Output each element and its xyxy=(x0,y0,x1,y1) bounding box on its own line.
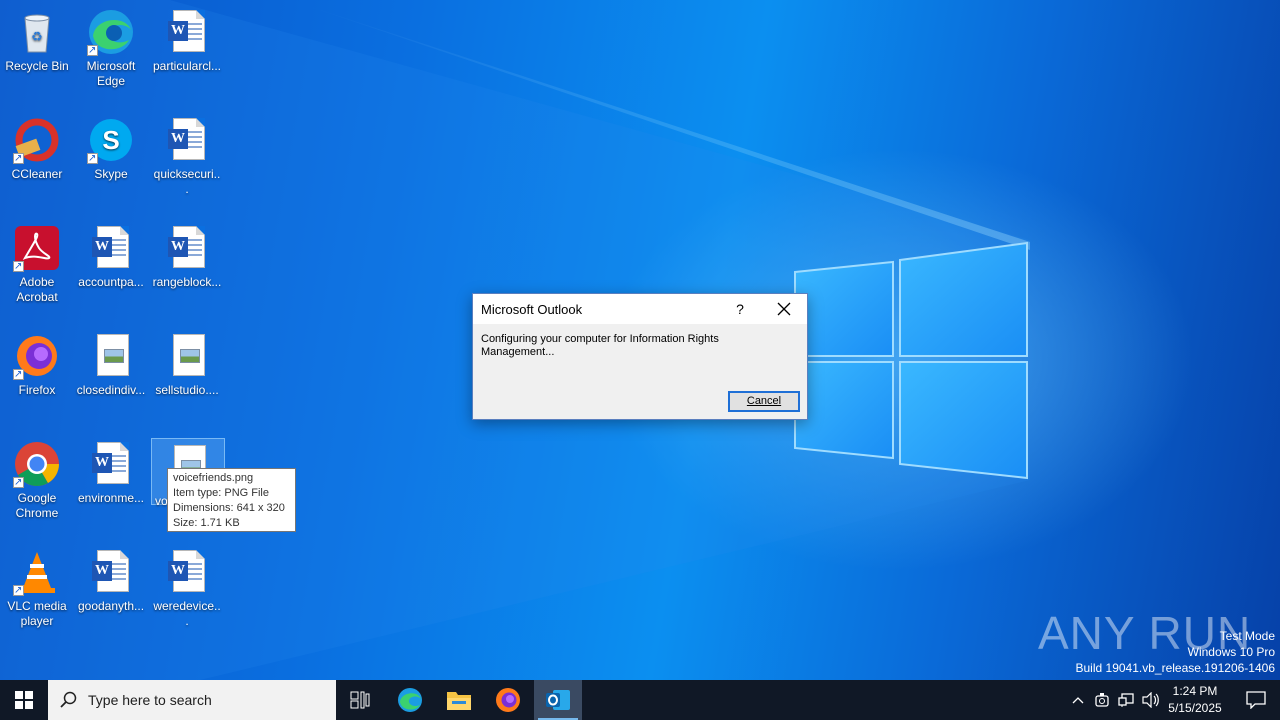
word-doc-icon: W xyxy=(163,116,211,164)
image-file-icon xyxy=(87,332,135,380)
start-icon xyxy=(15,691,33,709)
shortcut-arrow-icon xyxy=(13,367,24,382)
outlook-dialog: Microsoft Outlook ? Configuring your com… xyxy=(472,293,808,420)
cancel-button[interactable]: Cancel xyxy=(728,391,800,412)
shortcut-arrow-icon xyxy=(87,151,98,166)
file-tooltip: voicefriends.png Item type: PNG File Dim… xyxy=(167,468,296,532)
task-view-icon xyxy=(350,691,370,709)
firefox-icon xyxy=(496,688,520,712)
word-doc-icon: W xyxy=(163,548,211,596)
outlook-icon xyxy=(546,690,570,710)
watermark-build: Build 19041.vb_release.191206-1406 xyxy=(1075,661,1276,675)
help-button[interactable]: ? xyxy=(725,294,755,324)
word-doc-icon: W xyxy=(87,548,135,596)
watermark-edition: Windows 10 Pro xyxy=(1187,645,1275,659)
close-button[interactable] xyxy=(769,294,799,324)
desktop-icon-rangeblock[interactable]: W rangeblock... xyxy=(150,220,224,290)
vlc-icon xyxy=(13,548,61,598)
clock-time: 1:24 PM xyxy=(1172,684,1218,698)
desktop-icon-firefox[interactable]: Firefox xyxy=(0,328,74,398)
desktop-icon-skype[interactable]: S Skype xyxy=(74,112,148,182)
tooltip-dimensions: Dimensions: 641 x 320 xyxy=(173,502,285,514)
desktop-icon-goodanyth[interactable]: W goodanyth... xyxy=(74,544,148,614)
word-doc-icon: W xyxy=(87,440,135,488)
desktop-icon-particularcl[interactable]: W particularcl... xyxy=(150,4,224,74)
network-icon xyxy=(1118,693,1134,707)
desktop-icon-accountpa[interactable]: W accountpa... xyxy=(74,220,148,290)
dialog-message: Configuring your computer for Informatio… xyxy=(481,333,719,358)
dialog-title: Microsoft Outlook xyxy=(481,302,583,317)
shortcut-arrow-icon xyxy=(13,259,24,274)
shortcut-arrow-icon xyxy=(13,583,24,598)
svg-text:♻: ♻ xyxy=(31,29,43,44)
notification-center-button[interactable] xyxy=(1232,680,1280,720)
taskbar-outlook[interactable] xyxy=(534,680,582,720)
clock-date: 5/15/2025 xyxy=(1168,701,1222,715)
cancel-button-label: Cancel xyxy=(746,395,782,407)
desktop-icon-adobe-acrobat[interactable]: Adobe Acrobat xyxy=(0,220,74,305)
acrobat-icon xyxy=(13,224,61,274)
edge-icon xyxy=(398,688,422,712)
shortcut-arrow-icon xyxy=(13,151,24,166)
skype-icon: S xyxy=(87,116,135,166)
desktop-icon-vlc[interactable]: VLC media player xyxy=(0,544,74,629)
taskbar-clock[interactable]: 1:24 PM 5/15/2025 xyxy=(1150,683,1240,717)
edge-icon xyxy=(87,8,135,58)
desktop-icon-sellstudio[interactable]: sellstudio.... xyxy=(150,328,224,398)
dialog-titlebar[interactable]: Microsoft Outlook ? xyxy=(473,294,807,324)
word-doc-icon: W xyxy=(163,224,211,272)
svg-text:S: S xyxy=(102,125,119,155)
taskbar: Type here to search 1:24 PM 5/15/2025 xyxy=(0,680,1280,720)
tooltip-filename: voicefriends.png xyxy=(173,472,254,484)
taskbar-search-box[interactable]: Type here to search xyxy=(48,680,336,720)
desktop-icon-google-chrome[interactable]: Google Chrome xyxy=(0,436,74,521)
ccleaner-icon xyxy=(13,116,61,166)
shortcut-arrow-icon xyxy=(87,43,98,58)
tray-overflow-button[interactable] xyxy=(1066,680,1090,720)
start-button[interactable] xyxy=(0,680,48,720)
desktop-icon-closedindiv[interactable]: closedindiv... xyxy=(74,328,148,398)
tray-app-icon xyxy=(1095,693,1109,707)
word-doc-icon: W xyxy=(87,224,135,272)
shortcut-arrow-icon xyxy=(13,475,24,490)
system-watermark: Test Mode Windows 10 Pro Build 19041.vb_… xyxy=(1076,628,1276,676)
search-placeholder: Type here to search xyxy=(88,692,212,708)
network-button[interactable] xyxy=(1114,680,1138,720)
firefox-icon xyxy=(13,332,61,382)
chevron-up-icon xyxy=(1072,697,1084,704)
search-icon xyxy=(60,691,77,708)
tooltip-size: Size: 1.71 KB xyxy=(173,517,240,529)
tooltip-type: Item type: PNG File xyxy=(173,487,269,499)
desktop-icon-environme[interactable]: W environme... xyxy=(74,436,148,506)
watermark-test-mode: Test Mode xyxy=(1219,629,1275,643)
desktop-icon-weredevice[interactable]: W weredevice... xyxy=(150,544,224,629)
task-view-button[interactable] xyxy=(336,680,384,720)
notification-icon xyxy=(1246,691,1266,709)
desktop-icon-microsoft-edge[interactable]: Microsoft Edge xyxy=(74,4,148,89)
word-doc-icon: W xyxy=(163,8,211,56)
taskbar-edge[interactable] xyxy=(386,680,434,720)
tray-app-button[interactable] xyxy=(1090,680,1114,720)
chrome-icon xyxy=(13,440,61,490)
desktop-icon-ccleaner[interactable]: CCleaner xyxy=(0,112,74,182)
desktop-icon-recycle-bin[interactable]: ♻ Recycle Bin xyxy=(0,4,74,74)
file-explorer-icon xyxy=(447,692,471,710)
taskbar-firefox[interactable] xyxy=(484,680,532,720)
close-icon xyxy=(777,302,791,316)
taskbar-file-explorer[interactable] xyxy=(435,680,483,720)
recycle-bin-icon: ♻ xyxy=(13,8,61,56)
image-file-icon xyxy=(163,332,211,380)
desktop: ♻ Recycle Bin CCleaner Adobe Acrobat Fir… xyxy=(0,0,1280,680)
desktop-icon-quicksecuri[interactable]: W quicksecuri... xyxy=(150,112,224,197)
